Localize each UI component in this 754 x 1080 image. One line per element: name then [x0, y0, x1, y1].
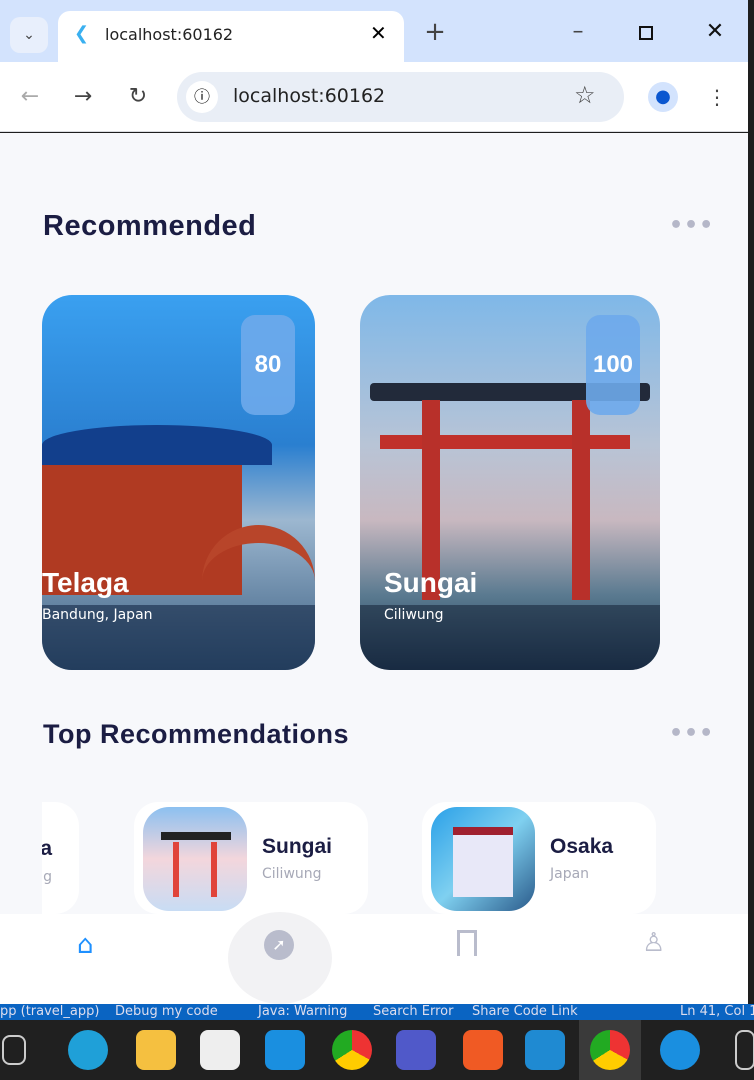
top-card-title: Sungai [262, 835, 333, 858]
chrome-profile-icon[interactable] [332, 1030, 372, 1070]
section-title-top: Top Recommendations [43, 719, 350, 749]
recommended-card[interactable]: 80 Telaga Bandung, Japan [42, 295, 315, 670]
maximize-button[interactable] [639, 26, 653, 40]
rating-badge: 100 [586, 315, 640, 415]
mail-icon[interactable] [265, 1030, 305, 1070]
reload-button[interactable]: ↻ [123, 82, 153, 112]
brave-icon[interactable] [463, 1030, 503, 1070]
menu-icon[interactable]: ⋮ [702, 82, 732, 112]
close-tab-icon[interactable]: ✕ [370, 21, 387, 45]
store-icon[interactable] [200, 1030, 240, 1070]
status-item[interactable]: Search Error [373, 1004, 453, 1020]
status-item[interactable]: Share Code Link [472, 1004, 578, 1020]
more-icon[interactable]: ••• [669, 213, 714, 238]
minimize-button[interactable]: – [563, 17, 593, 47]
top-card[interactable]: Osaka Japan [422, 802, 656, 914]
castle-thumbnail [431, 807, 535, 911]
rating-badge: 80 [241, 315, 295, 415]
status-item[interactable]: pp (travel_app) [0, 1004, 99, 1020]
profile-icon[interactable]: ● [648, 82, 678, 112]
vscode-statusbar: pp (travel_app) Debug my code Java: Warn… [0, 1004, 754, 1020]
explore-compass-icon[interactable]: ➚ [264, 930, 294, 960]
tab-title: localhost:60162 [105, 25, 234, 44]
tab-search-button[interactable]: ⌄ [10, 17, 48, 53]
top-card-title: Osaka [550, 835, 614, 858]
top-card-clipped[interactable]: Telaga Bandung [42, 802, 79, 914]
close-window-button[interactable]: ✕ [700, 17, 730, 47]
top-card-title: Telaga [42, 837, 52, 860]
taskbar [0, 1020, 754, 1080]
card-location: Bandung, Japan [42, 607, 153, 623]
top-card-location: Ciliwung [262, 866, 322, 882]
more-icon[interactable]: ••• [669, 721, 714, 746]
status-item[interactable]: Debug my code [115, 1004, 218, 1020]
top-card[interactable]: Sungai Ciliwung [134, 802, 368, 914]
teams-icon[interactable] [396, 1030, 436, 1070]
status-item[interactable]: Ln 41, Col 1 [680, 1004, 754, 1020]
bookmark-star-icon[interactable]: ☆ [574, 81, 596, 109]
back-button[interactable]: ← [15, 82, 45, 112]
site-info-icon[interactable]: ⓘ [186, 81, 218, 113]
top-card-location: Japan [550, 866, 590, 882]
torii-thumbnail [143, 807, 247, 911]
chrome-icon[interactable] [590, 1030, 630, 1070]
url-text: localhost:60162 [233, 85, 386, 107]
help-icon[interactable] [660, 1030, 700, 1070]
section-title-recommended: Recommended [43, 210, 257, 242]
bottom-nav: ⌂ ➚ ♙ [0, 912, 748, 1004]
status-item[interactable]: Java: Warning [258, 1004, 347, 1020]
card-title: Telaga [42, 567, 129, 598]
browser-tab[interactable]: ❮ localhost:60162 ✕ [58, 11, 404, 62]
bookmark-icon[interactable] [457, 930, 477, 956]
recommended-card[interactable]: 100 Sungai Ciliwung [360, 295, 660, 670]
card-location: Ciliwung [384, 607, 444, 623]
file-explorer-icon[interactable] [136, 1030, 176, 1070]
new-tab-button[interactable]: + [420, 17, 450, 47]
app-page: Recommended ••• 80 Telaga Bandung, Japan… [0, 133, 748, 1004]
edge-icon[interactable] [68, 1030, 108, 1070]
pagoda-roof-image [42, 425, 272, 465]
forward-button[interactable]: → [68, 82, 98, 112]
task-view-icon[interactable] [2, 1035, 26, 1065]
vscode-icon[interactable] [525, 1030, 565, 1070]
address-bar[interactable]: ⓘ localhost:60162 ☆ [177, 72, 624, 122]
home-icon[interactable]: ⌂ [77, 930, 94, 960]
app-icon[interactable] [735, 1030, 754, 1070]
card-title: Sungai [384, 567, 478, 598]
flutter-icon: ❮ [74, 23, 90, 44]
top-card-location: Bandung [42, 869, 52, 885]
profile-nav-icon[interactable]: ♙ [642, 928, 665, 958]
